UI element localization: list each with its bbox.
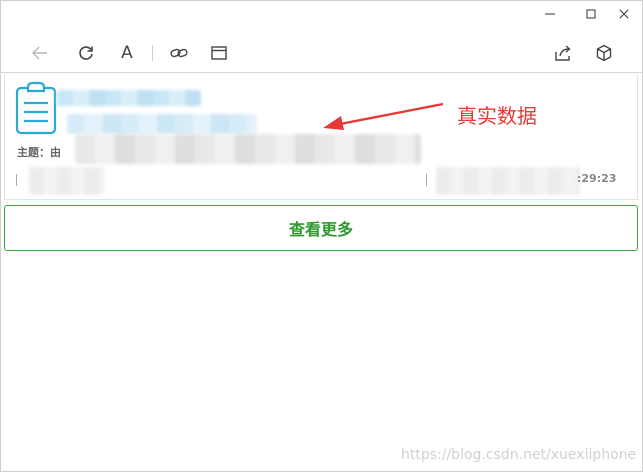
window-icon bbox=[211, 46, 227, 60]
font-icon: A bbox=[121, 43, 133, 63]
clipboard-icon bbox=[15, 81, 57, 135]
redacted-date bbox=[436, 167, 580, 195]
annotation-label: 真实数据 bbox=[457, 104, 537, 128]
font-button[interactable]: A bbox=[116, 42, 138, 64]
subject-label: 主题：由 bbox=[17, 146, 61, 159]
see-more-button[interactable]: 查看更多 bbox=[4, 205, 638, 251]
maximize-button[interactable] bbox=[574, 3, 608, 25]
refresh-button[interactable] bbox=[75, 42, 97, 64]
minimize-icon bbox=[545, 13, 555, 15]
minimize-button[interactable] bbox=[533, 3, 567, 25]
link-icon bbox=[170, 48, 188, 58]
title-bar bbox=[1, 1, 642, 29]
toolbar-divider bbox=[1, 72, 642, 73]
meta-separator-left bbox=[16, 174, 17, 186]
cube-icon bbox=[596, 44, 612, 62]
cube-button[interactable] bbox=[593, 42, 615, 64]
meta-separator-right bbox=[426, 174, 427, 186]
share-button[interactable] bbox=[552, 42, 574, 64]
message-card[interactable]: 主题：由 :29:23 bbox=[4, 74, 638, 200]
toolbar-separator bbox=[152, 45, 153, 61]
back-arrow-icon bbox=[32, 46, 47, 60]
browser-toolbar: A bbox=[1, 33, 642, 73]
redacted-sender bbox=[29, 167, 105, 195]
redacted-title-line-2 bbox=[67, 114, 257, 134]
watermark: https://blog.csdn.net/xuexiiphone bbox=[401, 447, 637, 463]
window-button[interactable] bbox=[208, 42, 230, 64]
app-window: A 主题：由:29:23 真实数据 查看更多 https://blog.csd… bbox=[0, 0, 643, 472]
share-icon bbox=[555, 45, 571, 61]
back-button[interactable] bbox=[29, 42, 51, 64]
message-time: :29:23 bbox=[577, 172, 617, 185]
redacted-subject bbox=[75, 134, 421, 164]
maximize-icon bbox=[586, 9, 596, 19]
redacted-title-line-1 bbox=[57, 90, 201, 106]
close-icon bbox=[619, 9, 629, 19]
link-button[interactable] bbox=[168, 42, 190, 64]
annotation-arrow bbox=[323, 102, 444, 130]
close-button[interactable] bbox=[607, 3, 641, 25]
refresh-icon bbox=[79, 46, 93, 60]
